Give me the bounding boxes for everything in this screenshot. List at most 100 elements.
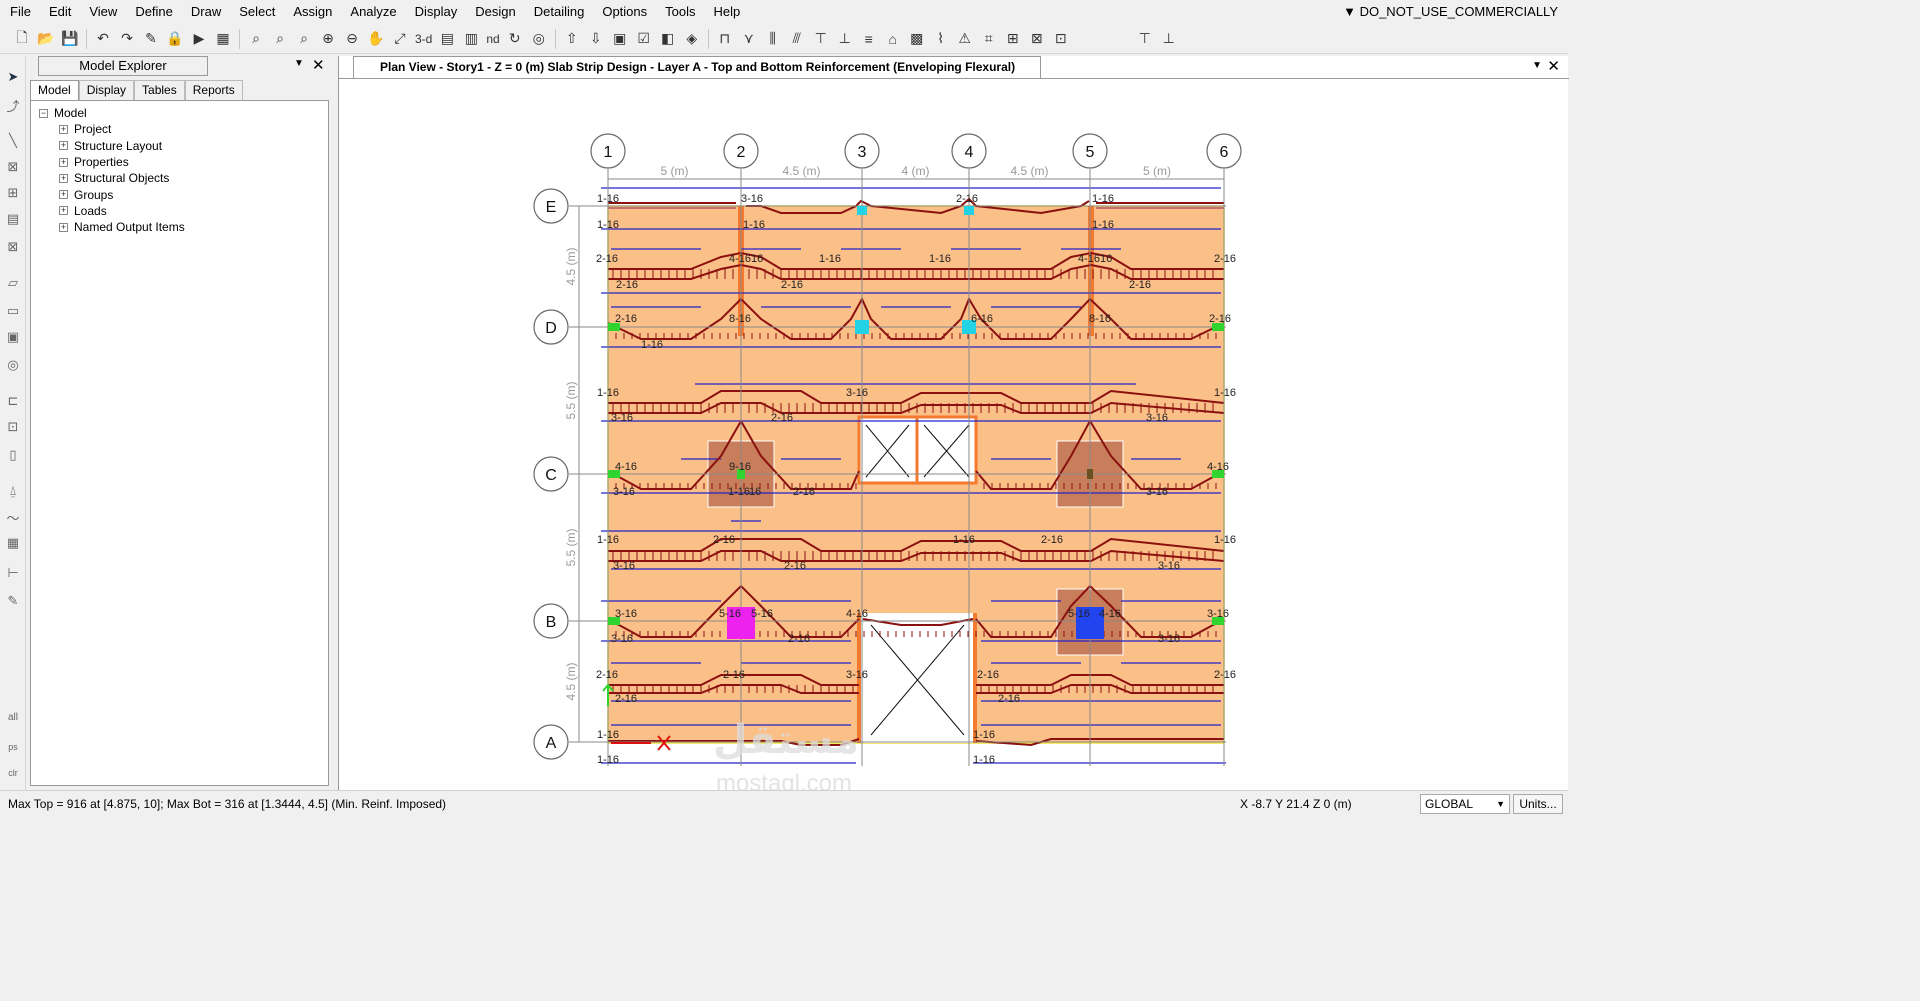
new-model-icon[interactable]: 🗋 (10, 27, 34, 51)
open-model-icon[interactable]: 📂 (34, 27, 58, 51)
close-icon[interactable]: ✕ (312, 56, 325, 74)
plan-view-icon[interactable]: ▤ (435, 27, 459, 51)
expand-icon[interactable]: + (59, 124, 68, 134)
zoom-window-icon[interactable]: ⌕ (244, 27, 268, 51)
column-marker[interactable] (855, 320, 869, 334)
tree-node-model[interactable]: − Model (39, 105, 328, 121)
strip-forces-icon[interactable]: ⫻ (785, 27, 809, 51)
view-3d-button[interactable]: 3-d (412, 32, 435, 46)
draw-beam-icon[interactable]: ⊠ (2, 156, 24, 178)
menu-draw[interactable]: Draw (182, 0, 230, 24)
tab-reports[interactable]: Reports (184, 80, 243, 100)
units-button[interactable]: Units... (1513, 794, 1563, 814)
select-object-icon[interactable]: ▣ (608, 27, 632, 51)
column-section-icon[interactable]: ⊥ (1157, 27, 1181, 51)
draw-opening-icon[interactable]: ▣ (2, 326, 24, 348)
force-diagram-icon[interactable]: ⫼ (761, 27, 785, 51)
collapse-icon[interactable]: − (39, 108, 48, 118)
rubber-band-icon[interactable]: ⤢ (388, 27, 412, 51)
tree-node-loads[interactable]: + Loads (39, 203, 328, 219)
rotate-icon[interactable]: ↻ (503, 27, 527, 51)
grid-bubble-y[interactable]: E (533, 188, 569, 224)
menu-select[interactable]: Select (230, 0, 284, 24)
close-icon[interactable]: ✕ (1547, 57, 1560, 75)
detailing-icon[interactable]: ⊠ (1025, 27, 1049, 51)
draw-strip-icon[interactable]: ⊏ (2, 390, 24, 412)
tab-tables[interactable]: Tables (134, 80, 185, 100)
menu-view[interactable]: View (80, 0, 126, 24)
lock-icon[interactable]: 🔒 (163, 27, 187, 51)
menu-define[interactable]: Define (126, 0, 182, 24)
run-analysis-icon[interactable]: ▶ (187, 27, 211, 51)
extrude-icon[interactable]: ◈ (680, 27, 704, 51)
crack-icon[interactable]: ⚠ (953, 27, 977, 51)
redo-icon[interactable]: ↷ (115, 27, 139, 51)
draw-column-icon[interactable]: ⊞ (2, 182, 24, 204)
pin-icon[interactable]: ▼ (1532, 60, 1542, 71)
tab-model[interactable]: Model (30, 80, 79, 100)
menu-detailing[interactable]: Detailing (525, 0, 594, 24)
menu-assign[interactable]: Assign (284, 0, 341, 24)
coordinate-system-select[interactable]: GLOBAL ▼ (1420, 794, 1510, 814)
move-up-icon[interactable]: ⇧ (560, 27, 584, 51)
deformed-shape-icon[interactable]: ⋎ (737, 27, 761, 51)
tree-node-groups[interactable]: + Groups (39, 186, 328, 202)
nd-button[interactable]: nd (483, 32, 502, 46)
tree-node-named-output-items[interactable]: + Named Output Items (39, 219, 328, 235)
section-cut-icon[interactable]: ⌗ (977, 27, 1001, 51)
draw-point-icon[interactable]: ▯ (2, 444, 24, 466)
pointer-icon[interactable]: ➤ (2, 66, 24, 88)
grid-bubble-x[interactable]: 5 (1072, 133, 1108, 169)
menu-help[interactable]: Help (705, 0, 750, 24)
tab-display[interactable]: Display (78, 80, 135, 100)
license-notice[interactable]: ▼ DO_NOT_USE_COMMERCIALLY (1343, 0, 1558, 24)
expand-icon[interactable]: + (59, 222, 68, 232)
menu-display[interactable]: Display (406, 0, 467, 24)
zoom-out-icon[interactable]: ⊖ (340, 27, 364, 51)
plan-view-title[interactable]: Plan View - Story1 - Z = 0 (m) Slab Stri… (353, 56, 1041, 78)
draw-rebar-icon[interactable]: ▦ (2, 532, 24, 554)
grid-bubble-y[interactable]: C (533, 456, 569, 492)
refresh-icon[interactable]: ✎ (139, 27, 163, 51)
draw-slab-icon[interactable]: ▱ (2, 272, 24, 294)
menu-options[interactable]: Options (593, 0, 656, 24)
undo-icon[interactable]: ↶ (91, 27, 115, 51)
draw-tendon-icon[interactable]: 〜 (2, 506, 24, 528)
grid-bubble-y[interactable]: B (533, 603, 569, 639)
expand-icon[interactable]: + (59, 173, 68, 183)
reshape-icon[interactable]: ⤴ (2, 94, 24, 116)
drawing-icon[interactable]: ⊡ (1049, 27, 1073, 51)
select-all-icon[interactable]: all (2, 706, 24, 728)
table-icon[interactable]: ⊞ (1001, 27, 1025, 51)
reaction-icon[interactable]: ⊤ (809, 27, 833, 51)
grid-bubble-x[interactable]: 1 (590, 133, 626, 169)
grid-bubble-y[interactable]: A (533, 724, 569, 760)
draw-reference-icon[interactable]: ✎ (2, 590, 24, 612)
pan-icon[interactable]: ✋ (364, 27, 388, 51)
expand-icon[interactable]: + (59, 157, 68, 167)
clear-selection-icon[interactable]: clr (2, 762, 24, 784)
beam-section-icon[interactable]: ⊤ (1133, 27, 1157, 51)
draw-area-icon[interactable]: ▭ (2, 300, 24, 322)
slab-strip-drawing[interactable]: 1 2 3 4 5 6 E D C B A 5 (m) 4.5 (m) 4 (m) 4.5 (m) 5 (m… (339, 79, 1568, 797)
perspective-icon[interactable]: ◎ (527, 27, 551, 51)
set-display-icon[interactable]: ☑ (632, 27, 656, 51)
move-down-icon[interactable]: ⇩ (584, 27, 608, 51)
draw-support-icon[interactable]: ⍙ (2, 480, 24, 502)
beam-design-icon[interactable]: ≡ (857, 27, 881, 51)
expand-icon[interactable]: + (59, 141, 68, 151)
tree-node-structure-layout[interactable]: + Structure Layout (39, 138, 328, 154)
tree-node-properties[interactable]: + Properties (39, 154, 328, 170)
column-marker[interactable] (857, 206, 867, 215)
previous-selection-icon[interactable]: ps (2, 736, 24, 758)
run-design-icon[interactable]: ▦ (211, 27, 235, 51)
tendon-icon[interactable]: ⌇ (929, 27, 953, 51)
draw-line-icon[interactable]: ╲ (2, 130, 24, 152)
expand-icon[interactable]: + (59, 190, 68, 200)
slab-opening[interactable] (859, 613, 976, 743)
menu-file[interactable]: File (0, 0, 40, 24)
column-marker[interactable] (964, 206, 974, 215)
zoom-previous-icon[interactable]: ⌕ (268, 27, 292, 51)
draw-brace-icon[interactable]: ⊠ (2, 236, 24, 258)
grid-bubble-x[interactable]: 4 (951, 133, 987, 169)
